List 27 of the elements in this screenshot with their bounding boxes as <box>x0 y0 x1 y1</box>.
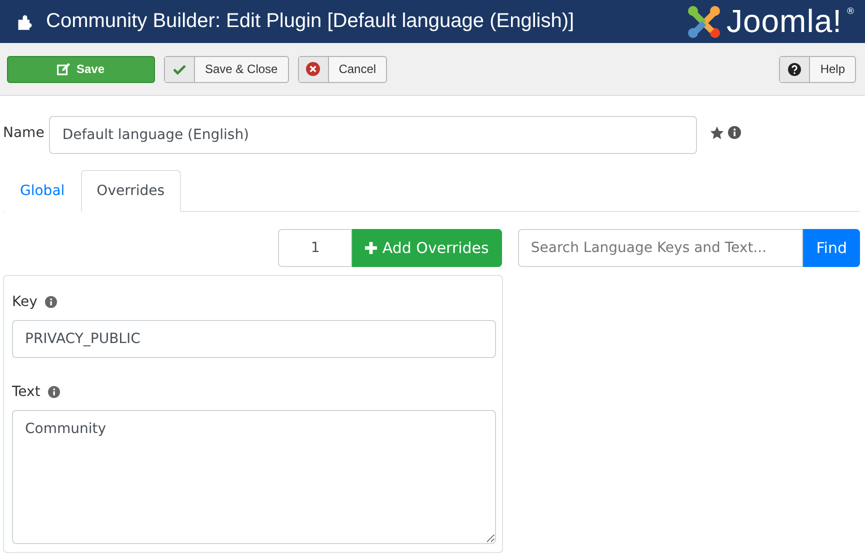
text-label: Text <box>12 384 40 400</box>
star-icon <box>710 126 724 140</box>
key-label: Key <box>12 294 38 310</box>
key-field[interactable]: PRIVACY_PUBLIC <box>12 320 496 358</box>
name-field[interactable]: Default language (English) <box>49 116 698 154</box>
toolbar-button[interactable]: Help <box>779 56 856 82</box>
tab[interactable]: Overrides <box>80 170 181 212</box>
info-icon <box>45 296 58 308</box>
plus-icon <box>365 242 378 254</box>
registered-mark: ® <box>846 7 855 17</box>
page-title: Community Builder: Edit Plugin [Default language (English)] <box>46 10 576 33</box>
logo-icon <box>686 4 722 40</box>
text-field[interactable]: Community <box>12 410 496 544</box>
find-button[interactable]: Find <box>803 229 860 267</box>
toolbar-button[interactable]: Save & Close <box>164 56 289 82</box>
help-icon <box>788 62 802 76</box>
search-field[interactable]: Search Language Keys and Text... <box>518 229 804 267</box>
cancel-icon <box>306 62 320 76</box>
check-icon <box>173 64 186 74</box>
name-label: Name <box>3 125 44 141</box>
toolbar-button[interactable]: Cancel <box>298 56 388 82</box>
logo-text: Joomla! <box>726 3 842 40</box>
count-field[interactable]: 1 <box>278 229 352 267</box>
puzzle-icon <box>16 12 34 30</box>
info-icon <box>728 126 742 139</box>
edit-icon <box>57 62 70 76</box>
info-icon <box>48 386 60 398</box>
